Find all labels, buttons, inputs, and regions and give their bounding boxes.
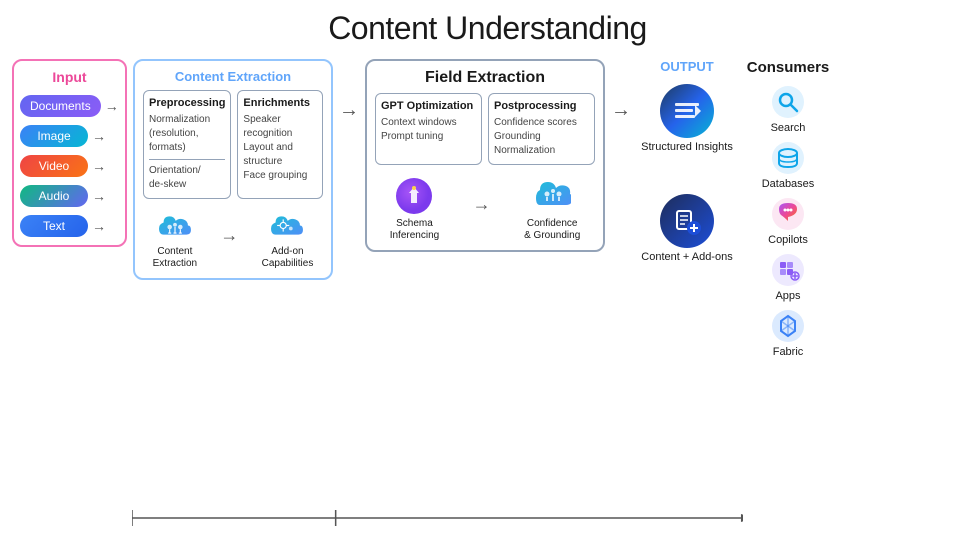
- enrichments-item2: Layout and structure: [243, 141, 317, 169]
- cloud-extraction-icon: [156, 211, 194, 243]
- content-addons-block: Content + Add-ons: [641, 194, 732, 264]
- arrow-icon: →: [339, 99, 359, 122]
- apps-icon: [770, 252, 806, 288]
- confidence-grounding-label: Confidence& Grounding: [524, 218, 580, 242]
- content-addons-label: Content + Add-ons: [641, 251, 732, 264]
- arrow-icon: →: [611, 99, 631, 122]
- text-badge: Text: [20, 215, 88, 237]
- copilots-label: Copilots: [768, 234, 808, 246]
- input-items: Documents → Image → Video → Audio → Text: [20, 95, 119, 237]
- addon-capabilities-icon-block: Add-onCapabilities: [262, 211, 314, 270]
- copilots-icon: [770, 196, 806, 232]
- input-section: Input Documents → Image → Video → Audio …: [12, 59, 127, 247]
- arrow-icon: →: [92, 218, 106, 234]
- databases-label: Databases: [762, 178, 815, 190]
- enrichments-item1: Speaker recognition: [243, 113, 317, 141]
- fabric-icon: [770, 308, 806, 344]
- section-arrow-1: →: [339, 59, 359, 122]
- addon-capabilities-icon-label: Add-onCapabilities: [262, 246, 314, 270]
- page-title: Content Understanding: [12, 10, 963, 47]
- consumer-databases: Databases: [762, 140, 815, 190]
- post-item3: Normalization: [494, 144, 589, 158]
- post-item2: Grounding: [494, 130, 589, 144]
- search-label: Search: [771, 122, 806, 134]
- preprocessing-item1: Normalization(resolution, formats): [149, 113, 225, 155]
- image-badge: Image: [20, 125, 88, 147]
- schema-inferencing-block: SchemaInferencing: [390, 177, 439, 242]
- consumers-section: Consumers Search: [743, 59, 833, 364]
- arrow-icon: →: [92, 188, 106, 204]
- video-badge: Video: [20, 155, 88, 177]
- list-item: Audio →: [20, 185, 119, 207]
- page: Content Understanding Input Documents → …: [0, 0, 975, 536]
- preprocessing-item2: Orientation/de-skew: [149, 164, 225, 192]
- structured-insights-icon: [660, 84, 714, 138]
- list-item: Documents →: [20, 95, 119, 117]
- schema-inferencing-label: SchemaInferencing: [390, 218, 439, 242]
- content-addons-svg: [672, 206, 702, 236]
- consumer-apps: Apps: [770, 252, 806, 302]
- output-label: OUTPUT: [660, 59, 713, 74]
- content-extraction-label: Content Extraction: [143, 69, 323, 84]
- content-addons-icon: [660, 194, 714, 248]
- flow-arrow-icon: →: [473, 194, 491, 215]
- bottom-flow-arrow: [132, 508, 743, 528]
- structured-insights-label: Structured Insights: [641, 141, 733, 154]
- consumer-copilots: Copilots: [768, 196, 808, 246]
- structured-insights-svg: [671, 95, 703, 127]
- output-items: Structured Insights: [641, 84, 733, 264]
- fe-boxes: GPT Optimization Context windows Prompt …: [375, 93, 595, 165]
- confidence-grounding-icon: [533, 177, 571, 215]
- ce-icons-row: ContentExtraction →: [143, 211, 323, 270]
- fabric-label: Fabric: [773, 346, 804, 358]
- field-extraction-section: Field Extraction GPT Optimization Contex…: [365, 59, 605, 252]
- consumer-search: Search: [770, 84, 806, 134]
- postprocessing-box: Postprocessing Confidence scores Groundi…: [488, 93, 595, 165]
- list-item: Image →: [20, 125, 119, 147]
- audio-badge: Audio: [20, 185, 88, 207]
- enrichments-title: Enrichments: [243, 97, 317, 109]
- gpt-optimization-box: GPT Optimization Context windows Prompt …: [375, 93, 482, 165]
- preprocessing-box: Preprocessing Normalization(resolution, …: [143, 90, 231, 199]
- content-extraction-icon-label: ContentExtraction: [153, 246, 197, 270]
- enrichments-box: Enrichments Speaker recognition Layout a…: [237, 90, 323, 199]
- list-item: Video →: [20, 155, 119, 177]
- postprocessing-title: Postprocessing: [494, 100, 589, 112]
- content-extraction-section: Content Extraction Preprocessing Normali…: [133, 59, 333, 280]
- confidence-grounding-block: Confidence& Grounding: [524, 177, 580, 242]
- ce-boxes: Preprocessing Normalization(resolution, …: [143, 90, 323, 199]
- structured-insights-block: Structured Insights: [641, 84, 733, 154]
- post-item1: Confidence scores: [494, 116, 589, 130]
- gpt-item2: Prompt tuning: [381, 130, 476, 144]
- section-arrow-2: →: [611, 59, 631, 122]
- apps-label: Apps: [775, 290, 800, 302]
- cloud-addon-icon: [268, 211, 306, 243]
- documents-badge: Documents: [20, 95, 101, 117]
- search-icon: [770, 84, 806, 120]
- input-label: Input: [20, 69, 119, 85]
- databases-icon: [770, 140, 806, 176]
- bottom-flow-area: [132, 508, 743, 526]
- list-item: Text →: [20, 215, 119, 237]
- consumer-fabric: Fabric: [770, 308, 806, 358]
- arrow-icon: →: [92, 128, 106, 144]
- gpt-item1: Context windows: [381, 116, 476, 130]
- content-extraction-icon-block: ContentExtraction: [153, 211, 197, 270]
- diagram-row: Input Documents → Image → Video → Audio …: [12, 59, 963, 504]
- field-extraction-title: Field Extraction: [375, 69, 595, 87]
- enrichments-item3: Face grouping: [243, 169, 317, 183]
- flow-arrow-icon: →: [220, 225, 238, 246]
- schema-inferencing-icon: [395, 177, 433, 215]
- arrow-icon: →: [92, 158, 106, 174]
- preprocessing-title: Preprocessing: [149, 97, 225, 109]
- consumers-title: Consumers: [747, 59, 830, 76]
- arrow-icon: →: [105, 98, 119, 114]
- gpt-optimization-title: GPT Optimization: [381, 100, 476, 112]
- fe-icons-row: SchemaInferencing →: [375, 177, 595, 242]
- output-section: OUTPUT Structured Insights: [637, 59, 737, 264]
